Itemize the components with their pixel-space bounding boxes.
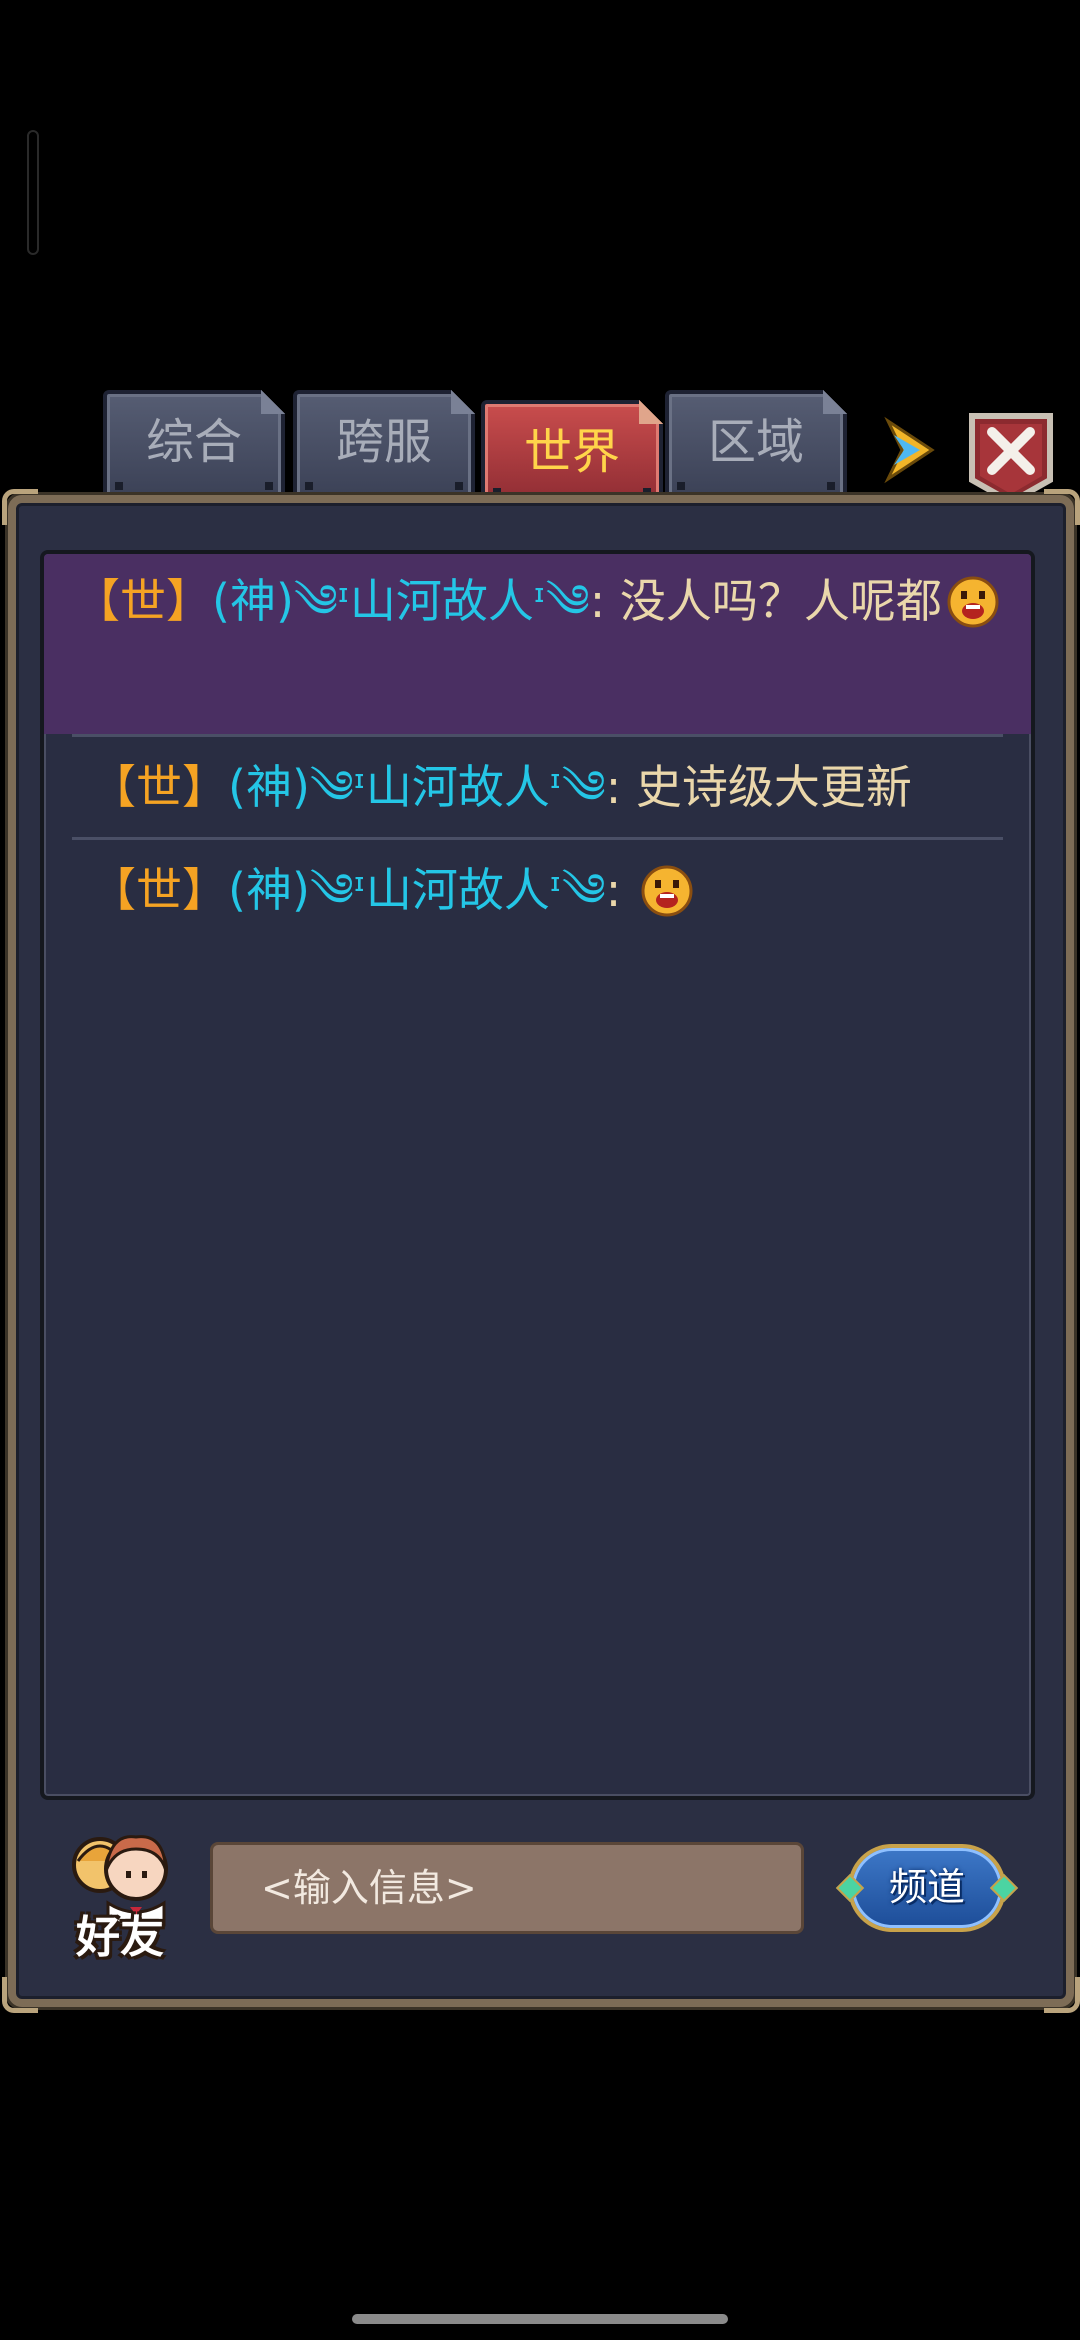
channel-button-label: 频道	[888, 1865, 965, 1909]
list-item[interactable]: 【世】(神)༄ᶦ山河故人ᶦ༄: 史诗级大更新	[72, 734, 1003, 840]
list-item[interactable]: 【世】(神)༄ᶦ山河故人ᶦ༄:	[44, 840, 1031, 940]
tab-general[interactable]: 综合	[103, 390, 285, 502]
channel-tag: 【世】	[90, 863, 228, 917]
message-text: 没人吗？人呢都	[619, 574, 942, 628]
smiley-face-emoji	[947, 576, 999, 628]
list-item[interactable]: 【世】(神)༄ᶦ山河故人ᶦ༄: 没人吗？人呢都	[44, 554, 1031, 734]
tab-world[interactable]: 世界	[481, 400, 663, 508]
sender-name[interactable]: (神)༄ᶦ山河故人ᶦ༄	[228, 760, 606, 814]
message-text: 史诗级大更新	[635, 760, 912, 814]
friends-label: 好友	[76, 1912, 164, 1963]
chat-input-bar: 好友 <输入信息> 频道	[40, 1820, 1040, 1970]
chat-message-list[interactable]: 【世】(神)༄ᶦ山河故人ᶦ༄: 没人吗？人呢都 【世】(神)༄ᶦ山河故人ᶦ༄: …	[40, 550, 1035, 1800]
message-input-placeholder: <输入信息>	[261, 1866, 477, 1910]
smiley-face-emoji	[641, 865, 693, 917]
sender-name[interactable]: (神)༄ᶦ山河故人ᶦ༄	[212, 574, 590, 628]
separator: :	[605, 760, 622, 814]
tab-world-label: 世界	[523, 424, 620, 480]
separator: :	[605, 863, 622, 917]
tab-region-label: 区域	[707, 414, 804, 470]
tab-region[interactable]: 区域	[665, 390, 847, 502]
channel-button[interactable]: 频道	[848, 1844, 1006, 1932]
separator: :	[589, 574, 606, 628]
channel-tag: 【世】	[74, 574, 212, 628]
message-input[interactable]: <输入信息>	[210, 1842, 804, 1934]
tab-cross-server[interactable]: 跨服	[293, 390, 475, 502]
sender-name[interactable]: (神)༄ᶦ山河故人ᶦ༄	[228, 863, 606, 917]
arrow-right-icon[interactable]	[880, 415, 940, 485]
left-edge-indicator	[27, 130, 39, 255]
channel-tag: 【世】	[90, 760, 228, 814]
close-icon[interactable]	[966, 410, 1056, 506]
home-indicator[interactable]	[352, 2314, 728, 2324]
tab-cross-server-label: 跨服	[335, 414, 432, 470]
friends-button[interactable]: 好友	[60, 1825, 180, 1965]
tab-general-label: 综合	[145, 414, 242, 470]
